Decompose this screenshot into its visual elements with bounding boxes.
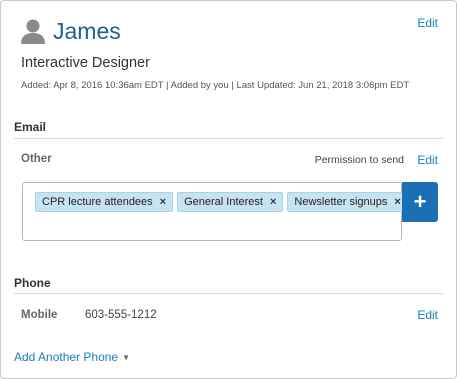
edit-email-link[interactable]: Edit <box>417 153 438 167</box>
phone-section-title: Phone <box>14 276 51 290</box>
person-icon <box>20 18 46 44</box>
email-type-label: Other <box>21 153 52 165</box>
permission-text: Permission to send <box>314 154 404 166</box>
tag-label: CPR lecture attendees <box>42 196 153 208</box>
phone-divider <box>14 293 443 294</box>
list-tag: Newsletter signups × <box>287 192 408 212</box>
add-another-phone-link[interactable]: Add Another Phone ▼ <box>14 350 130 364</box>
edit-contact-link[interactable]: Edit <box>417 16 438 30</box>
list-tags: CPR lecture attendees × General Interest… <box>35 192 408 212</box>
edit-phone-link[interactable]: Edit <box>417 308 438 322</box>
phone-type-label: Mobile <box>21 309 58 321</box>
contact-name: James <box>53 18 121 44</box>
tag-label: General Interest <box>184 196 263 208</box>
job-title: Interactive Designer <box>21 55 150 71</box>
close-icon[interactable]: × <box>270 196 276 208</box>
contact-meta: Added: Apr 8, 2016 10:36am EDT | Added b… <box>21 80 410 91</box>
add-list-button[interactable]: + <box>402 182 438 222</box>
phone-number: 603-555-1212 <box>85 309 157 321</box>
caret-down-icon: ▼ <box>122 353 131 363</box>
list-tag: General Interest × <box>177 192 284 212</box>
plus-icon: + <box>413 189 427 214</box>
list-tag: CPR lecture attendees × <box>35 192 174 212</box>
close-icon[interactable]: × <box>394 196 400 208</box>
email-section-title: Email <box>14 120 47 134</box>
add-phone-label: Add Another Phone <box>14 350 119 364</box>
contact-card: James Edit Interactive Designer Added: A… <box>0 0 457 379</box>
close-icon[interactable]: × <box>160 196 166 208</box>
tag-label: Newsletter signups <box>294 196 388 208</box>
email-divider <box>14 138 443 139</box>
